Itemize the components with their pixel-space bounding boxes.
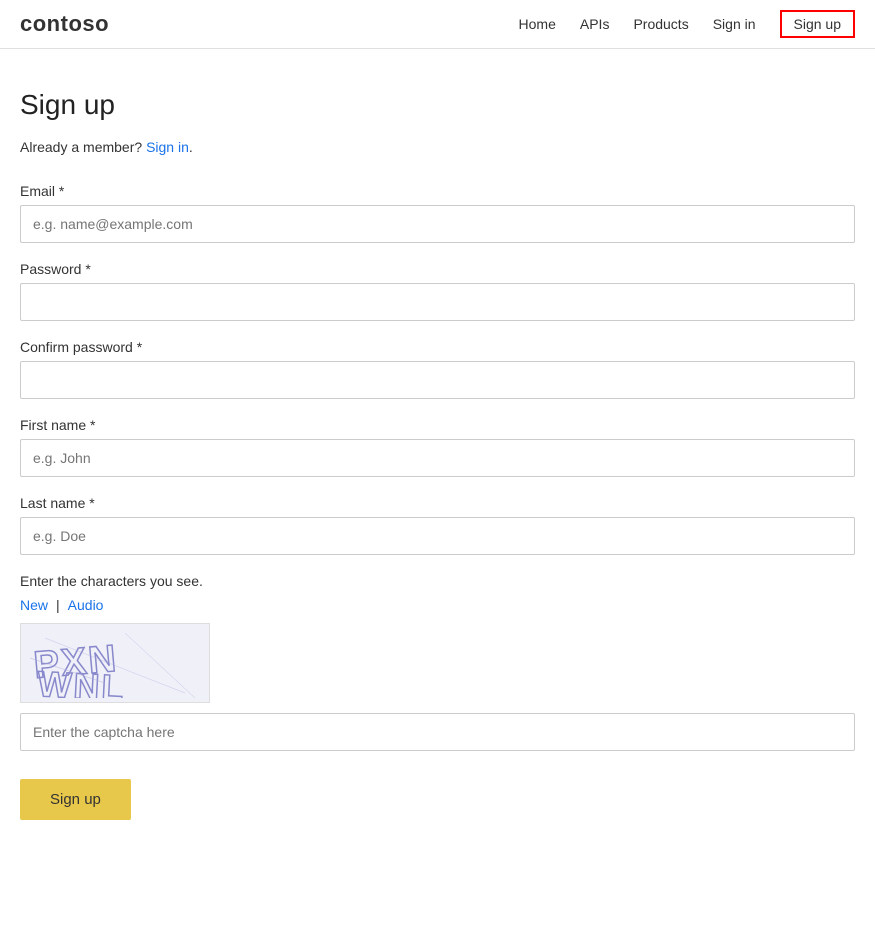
last-name-field-group: Last name * <box>20 495 855 555</box>
nav-signin[interactable]: Sign in <box>713 16 756 32</box>
email-input[interactable] <box>20 205 855 243</box>
captcha-instruction: Enter the characters you see. <box>20 573 855 589</box>
last-name-input[interactable] <box>20 517 855 555</box>
captcha-svg: PXN WNL <box>25 628 205 698</box>
last-name-label: Last name * <box>20 495 855 511</box>
captcha-audio-link[interactable]: Audio <box>68 597 104 613</box>
main-nav: Home APIs Products Sign in Sign up <box>519 10 855 38</box>
captcha-image: PXN WNL <box>20 623 210 703</box>
nav-home[interactable]: Home <box>519 16 556 32</box>
password-input[interactable] <box>20 283 855 321</box>
already-member-text: Already a member? Sign in. <box>20 139 855 155</box>
password-field-group: Password * <box>20 261 855 321</box>
captcha-link-separator: | <box>56 597 60 613</box>
captcha-section: Enter the characters you see. New | Audi… <box>20 573 855 751</box>
signin-link[interactable]: Sign in <box>146 139 189 155</box>
logo: contoso <box>20 11 109 37</box>
svg-text:WNL: WNL <box>37 663 127 698</box>
first-name-label: First name * <box>20 417 855 433</box>
nav-apis[interactable]: APIs <box>580 16 610 32</box>
confirm-password-label: Confirm password * <box>20 339 855 355</box>
confirm-password-input[interactable] <box>20 361 855 399</box>
nav-signup[interactable]: Sign up <box>780 10 855 38</box>
captcha-links: New | Audio <box>20 597 855 613</box>
captcha-new-link[interactable]: New <box>20 597 48 613</box>
first-name-field-group: First name * <box>20 417 855 477</box>
main-content: Sign up Already a member? Sign in. Email… <box>0 49 875 880</box>
confirm-password-field-group: Confirm password * <box>20 339 855 399</box>
email-field-group: Email * <box>20 183 855 243</box>
email-label: Email * <box>20 183 855 199</box>
password-label: Password * <box>20 261 855 277</box>
signup-button[interactable]: Sign up <box>20 779 131 820</box>
first-name-input[interactable] <box>20 439 855 477</box>
page-title: Sign up <box>20 89 855 121</box>
nav-products[interactable]: Products <box>633 16 688 32</box>
captcha-input[interactable] <box>20 713 855 751</box>
